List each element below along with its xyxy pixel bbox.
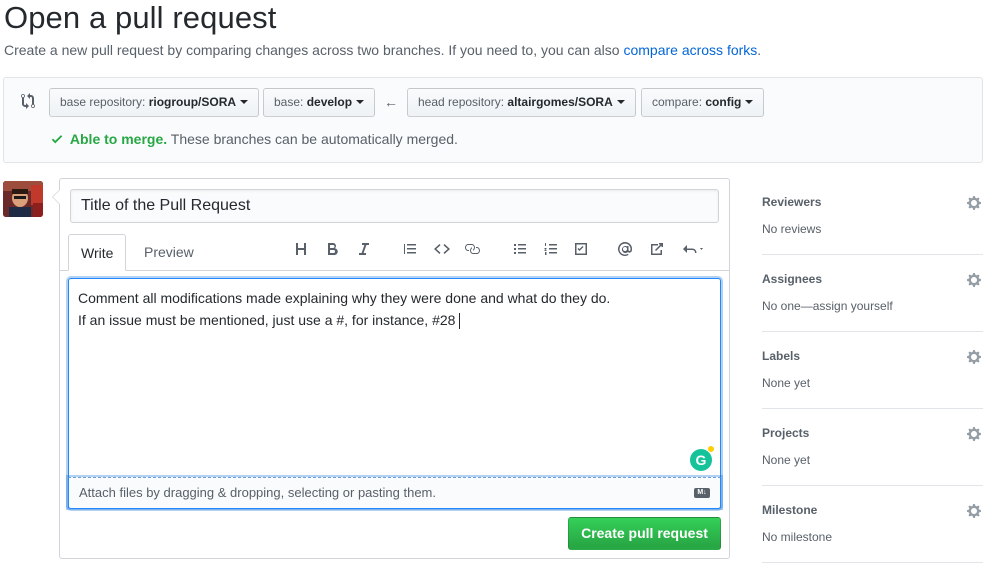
subtitle-end: . (757, 42, 762, 58)
branch-range-editor: base repository: riogroup/SORA base: dev… (3, 77, 983, 163)
pr-body-textarea[interactable]: Comment all modifications made explainin… (68, 278, 721, 508)
head-repository-label: head repository: (418, 95, 508, 109)
sidebar-reviewers-title[interactable]: Reviewers (762, 195, 821, 209)
file-attachment-bar[interactable]: Attach files by dragging & dropping, sel… (68, 477, 721, 509)
chevron-down-icon (356, 99, 365, 104)
reply-icon[interactable] (680, 239, 708, 259)
compare-branch-label: compare: (652, 95, 706, 109)
sidebar-assignees: Assignees No one—assign yourself (762, 255, 983, 332)
header-icon[interactable] (291, 239, 311, 259)
chevron-down-icon (745, 99, 754, 104)
base-branch-select[interactable]: base: develop (263, 88, 376, 117)
page-title: Open a pull request (4, 0, 277, 35)
check-icon (51, 131, 67, 147)
subtitle-text: Create a new pull request by comparing c… (4, 42, 624, 58)
git-compare-icon (21, 93, 39, 111)
head-repository-select[interactable]: head repository: altairgomes/SORA (407, 88, 636, 117)
mention-icon[interactable] (615, 239, 635, 259)
base-repository-select[interactable]: base repository: riogroup/SORA (49, 88, 260, 117)
italic-icon[interactable] (354, 239, 374, 259)
pull-request-composer: Title of the Pull Request Write Preview … (52, 178, 730, 559)
gear-icon[interactable] (967, 272, 983, 288)
gear-icon[interactable] (967, 349, 983, 365)
merge-status-text: These branches can be automatically merg… (167, 131, 458, 147)
pr-title-input[interactable]: Title of the Pull Request (70, 189, 719, 223)
chevron-down-icon (616, 99, 625, 104)
grammarly-badge-dot (707, 445, 715, 453)
head-repository-value: altairgomes/SORA (507, 95, 613, 109)
markdown-icon[interactable]: M↓ (694, 488, 710, 498)
tab-divider (60, 270, 729, 271)
base-branch-value: develop (306, 95, 353, 109)
sidebar-labels-title[interactable]: Labels (762, 349, 800, 363)
numbered-list-icon[interactable] (541, 239, 561, 259)
base-repository-label: base repository: (60, 95, 149, 109)
attach-files-text: Attach files by dragging & dropping, sel… (79, 485, 436, 500)
sidebar-projects-value: None yet (762, 453, 811, 467)
text-cursor (459, 313, 461, 330)
merge-status: Able to merge. These branches can be aut… (51, 131, 458, 147)
sidebar-projects: Projects None yet (762, 409, 983, 486)
link-icon[interactable] (462, 239, 482, 259)
sidebar-reviewers-value: No reviews (762, 222, 822, 236)
code-icon[interactable] (432, 239, 452, 259)
quote-icon[interactable] (400, 239, 420, 259)
body-line-2: If an issue must be mentioned, just use … (78, 312, 461, 330)
sidebar-labels-value: None yet (762, 376, 811, 390)
base-repository-value: riogroup/SORA (148, 95, 237, 109)
reference-icon[interactable] (647, 239, 667, 259)
body-line-1: Comment all modifications made explainin… (78, 290, 611, 306)
sidebar-reviewers: Reviewers No reviews (762, 178, 983, 255)
sidebar-milestone-title[interactable]: Milestone (762, 503, 817, 517)
base-branch-label: base: (274, 95, 307, 109)
sidebar-assignees-value[interactable]: No one—assign yourself (762, 299, 893, 313)
task-list-icon[interactable] (571, 239, 591, 259)
bulleted-list-icon[interactable] (510, 239, 530, 259)
create-pull-request-button[interactable]: Create pull request (568, 517, 721, 550)
sidebar-milestone: Milestone No milestone (762, 486, 983, 563)
gear-icon[interactable] (967, 426, 983, 442)
tab-write[interactable]: Write (68, 234, 127, 271)
compare-branch-select[interactable]: compare: config (641, 88, 765, 117)
compare-branch-value: config (705, 95, 742, 109)
avatar[interactable] (3, 181, 43, 217)
gear-icon[interactable] (967, 503, 983, 519)
body-line-2-text: If an issue must be mentioned, just use … (78, 312, 456, 328)
tab-preview[interactable]: Preview (132, 234, 206, 271)
merge-ok-label: Able to merge. (69, 131, 168, 147)
arrow-left-icon: ← (384, 94, 398, 110)
gear-icon[interactable] (967, 195, 983, 211)
sidebar-labels: Labels None yet (762, 332, 983, 409)
page-subtitle: Create a new pull request by comparing c… (4, 42, 761, 58)
compare-across-forks-link[interactable]: compare across forks (623, 42, 757, 58)
sidebar-projects-title[interactable]: Projects (762, 426, 809, 440)
chevron-down-icon (240, 99, 249, 104)
bold-icon[interactable] (322, 239, 342, 259)
sidebar-assignees-title[interactable]: Assignees (762, 272, 822, 286)
sidebar-milestone-value: No milestone (762, 530, 833, 544)
